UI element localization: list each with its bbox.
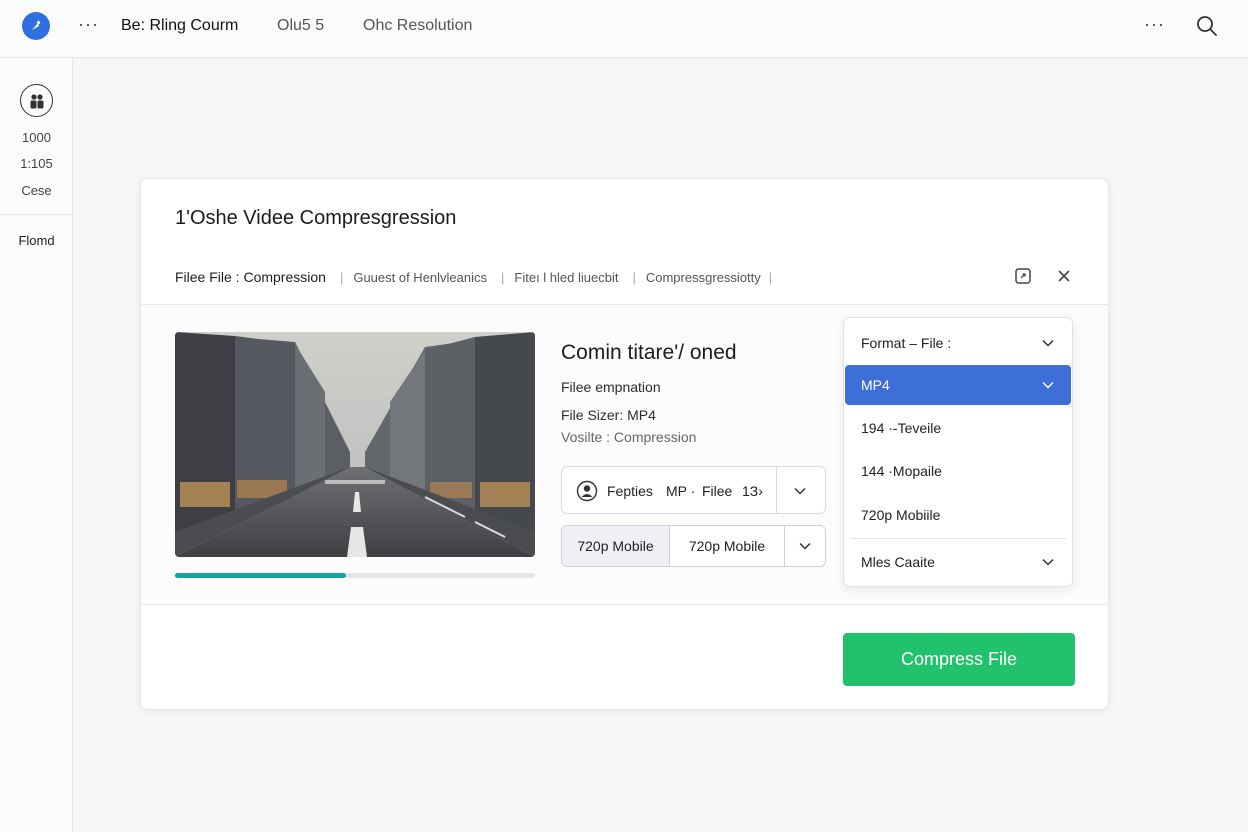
file-status-line: Vosilte : Compression — [561, 429, 697, 445]
breadcrumb-item-1[interactable]: Guuest of Henlvleanics — [353, 270, 487, 285]
resolution-option-a[interactable]: 720p Mobile — [562, 526, 670, 566]
breadcrumb-separator: | — [339, 269, 344, 285]
overflow-menu-icon[interactable]: ··· — [1144, 14, 1165, 35]
chevron-down-icon — [1042, 381, 1054, 389]
presets-file: Filee — [702, 483, 733, 499]
video-preview[interactable] — [175, 332, 535, 557]
compression-progress-bar — [175, 573, 535, 578]
rail-section-label[interactable]: Flomd — [0, 233, 73, 248]
format-divider — [850, 538, 1066, 539]
search-icon[interactable] — [1196, 15, 1218, 37]
chevron-down-icon[interactable] — [793, 484, 807, 498]
breadcrumb-separator: | — [768, 269, 773, 285]
file-size-line: File Sizer: MP4 — [561, 407, 656, 423]
more-menu-icon[interactable]: ··· — [78, 14, 99, 35]
format-option[interactable]: 720p Mobiile — [861, 507, 940, 523]
breadcrumb-item-3[interactable]: Compressgressiotty — [646, 270, 761, 285]
presets-divider — [776, 467, 777, 513]
avatar[interactable] — [20, 84, 53, 117]
tab-item-0[interactable]: Be: Rling Courm — [121, 17, 238, 35]
file-info-line: Filee empnation — [561, 379, 661, 395]
presets-select[interactable]: Fepties MP · Filee 1З› — [561, 466, 826, 514]
format-option[interactable]: 144 ·Mopaile — [861, 463, 942, 479]
breadcrumb: Filee File : Compression | Guuest of Hen… — [175, 269, 782, 285]
format-footer-option[interactable]: Mles Caaite — [861, 554, 935, 570]
users-icon — [30, 93, 43, 108]
format-option-selected[interactable]: MP4 — [845, 365, 1071, 405]
chevron-down-icon[interactable] — [1041, 555, 1055, 569]
close-icon[interactable] — [1055, 267, 1073, 285]
rail-item-2[interactable]: Cese — [0, 183, 73, 198]
tab-item-2[interactable]: Ohc Resolution — [363, 17, 472, 35]
format-dropdown: Format – File : MP4 194 ·-Teveile 144 ·M… — [843, 317, 1073, 587]
presets-format: MP · — [666, 483, 696, 499]
resolution-option-b[interactable]: 720p Mobile — [670, 526, 785, 566]
progress-fill — [175, 573, 346, 578]
resolution-selector: 720p Mobile 720p Mobile — [561, 525, 826, 567]
city-street-thumbnail — [175, 332, 535, 557]
breadcrumb-separator: | — [632, 269, 636, 285]
format-option[interactable]: 194 ·-Teveile — [861, 420, 941, 436]
expand-icon[interactable] — [1014, 267, 1032, 285]
breadcrumb-item-2[interactable]: Fiteı l hled liuecbit — [514, 270, 618, 285]
app-logo-icon[interactable] — [22, 12, 50, 40]
breadcrumb-separator: | — [501, 269, 505, 285]
presets-label: Fepties — [607, 483, 653, 499]
tab-item-1[interactable]: Olu5 5 — [277, 17, 324, 35]
rail-divider — [0, 214, 73, 215]
video-title: Comin titare'/ oned — [561, 341, 737, 364]
dialog-title: 1'Oshe Videe Compresgression — [175, 207, 457, 229]
dialog-divider — [141, 604, 1108, 605]
chevron-down-icon[interactable] — [1041, 336, 1055, 350]
top-bar: ··· Be: Rling Courm Olu5 5 Ohc Resolutio… — [0, 0, 1248, 58]
compress-file-button[interactable]: Compress File — [843, 633, 1075, 686]
rail-item-0[interactable]: 1000 — [0, 130, 73, 145]
presets-count: 1З› — [742, 483, 763, 499]
chevron-down-icon[interactable] — [798, 539, 812, 553]
format-selected-label: MP4 — [861, 377, 890, 393]
person-icon — [576, 480, 598, 502]
rail-item-1[interactable]: 1:105 — [0, 156, 73, 171]
left-rail: 1000 1:105 Cese Flomd — [0, 58, 73, 832]
breadcrumb-item-0[interactable]: Filee File : Compression — [175, 269, 326, 285]
format-dropdown-header[interactable]: Format – File : — [861, 335, 951, 351]
compression-dialog: 1'Oshe Videe Compresgression Filee File … — [140, 178, 1109, 710]
